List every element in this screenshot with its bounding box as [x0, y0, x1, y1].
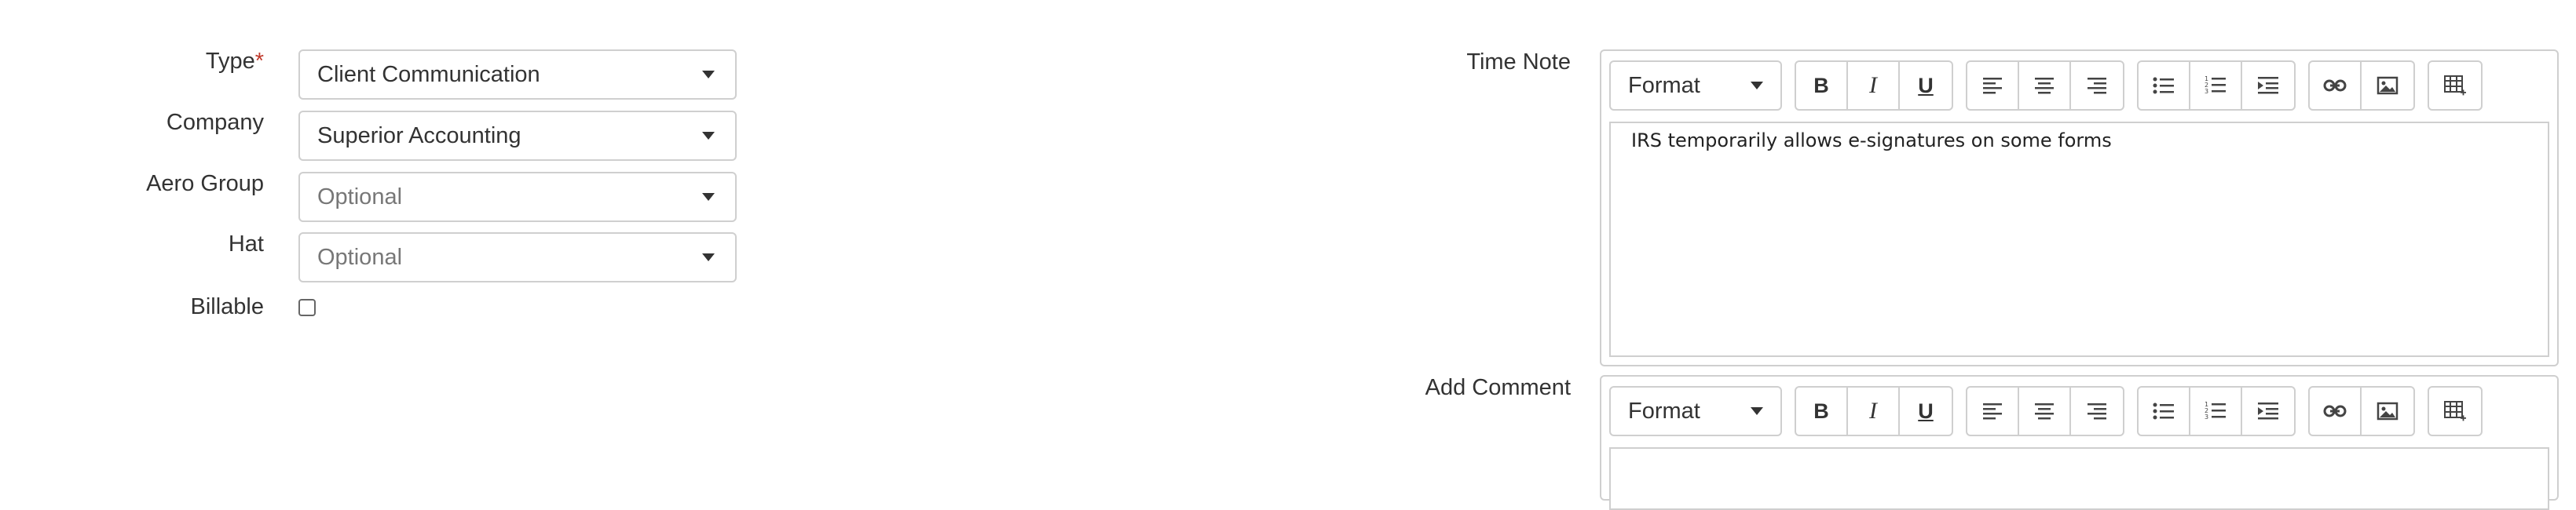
indent-icon — [2258, 77, 2278, 94]
bullet-list-icon — [2153, 403, 2174, 420]
hat-select[interactable]: Optional — [298, 232, 737, 282]
alignment-group — [1966, 386, 2124, 436]
align-center-button[interactable] — [2019, 62, 2071, 109]
indent-icon — [2258, 403, 2278, 420]
format-label: Format — [1628, 72, 1700, 98]
table-group — [2428, 386, 2483, 436]
align-center-button[interactable] — [2019, 388, 2071, 435]
add-comment-editor: Format B I U 123 — [1600, 375, 2559, 510]
table-button[interactable] — [2429, 388, 2481, 435]
alignment-group — [1966, 60, 2124, 111]
company-value: Superior Accounting — [317, 122, 521, 148]
underline-button[interactable]: U — [1900, 62, 1952, 109]
image-button[interactable] — [2362, 62, 2413, 109]
chevron-down-icon — [702, 71, 715, 78]
format-dropdown[interactable]: Format — [1609, 386, 1782, 436]
underline-icon: U — [1918, 73, 1934, 97]
add-comment-label: Add Comment — [1425, 375, 1571, 400]
align-right-icon — [2088, 403, 2106, 420]
chevron-down-icon — [702, 193, 715, 201]
align-left-icon — [1983, 403, 2002, 420]
align-center-icon — [2035, 403, 2054, 420]
format-label: Format — [1628, 398, 1700, 424]
image-icon — [2377, 76, 2399, 95]
time-note-text: IRS temporarily allows e-signatures on s… — [1631, 129, 2112, 151]
table-group — [2428, 60, 2483, 111]
chevron-down-icon — [702, 132, 715, 140]
align-right-icon — [2088, 78, 2106, 94]
table-icon — [2444, 75, 2466, 96]
bullet-list-icon — [2153, 77, 2174, 94]
bold-button[interactable]: B — [1796, 388, 1848, 435]
text-style-group: B I U — [1795, 386, 1953, 436]
time-note-editor: Format B I U 123 IRS temporarily allows … — [1600, 49, 2559, 366]
add-comment-content[interactable] — [1609, 447, 2549, 510]
bold-button[interactable]: B — [1796, 62, 1848, 109]
link-icon — [2323, 405, 2347, 417]
link-button[interactable] — [2310, 62, 2362, 109]
insert-group — [2308, 60, 2415, 111]
list-group: 123 — [2137, 386, 2296, 436]
image-icon — [2377, 402, 2399, 421]
underline-button[interactable]: U — [1900, 388, 1952, 435]
bold-icon: B — [1813, 399, 1829, 423]
aero-group-placeholder: Optional — [317, 184, 403, 209]
bullet-list-button[interactable] — [2139, 62, 2190, 109]
type-label: Type* — [206, 49, 264, 75]
list-group: 123 — [2137, 60, 2296, 111]
company-label: Company — [166, 110, 264, 135]
numbered-list-icon: 123 — [2205, 75, 2226, 95]
insert-group — [2308, 386, 2415, 436]
indent-button[interactable] — [2242, 62, 2294, 109]
add-comment-text — [1611, 449, 2548, 455]
chevron-down-icon — [1751, 407, 1763, 415]
hat-label: Hat — [228, 231, 264, 257]
table-button[interactable] — [2429, 62, 2481, 109]
bullet-list-button[interactable] — [2139, 388, 2190, 435]
billable-checkbox[interactable] — [298, 299, 316, 316]
align-center-icon — [2035, 78, 2054, 94]
time-note-toolbar: Format B I U 123 — [1601, 51, 2557, 114]
type-label-text: Type — [205, 49, 255, 74]
underline-icon: U — [1918, 399, 1934, 423]
numbered-list-icon: 123 — [2205, 401, 2226, 421]
italic-button[interactable]: I — [1848, 62, 1900, 109]
company-select[interactable]: Superior Accounting — [298, 111, 737, 161]
type-select[interactable]: Client Communication — [298, 49, 737, 100]
text-style-group: B I U — [1795, 60, 1953, 111]
align-left-button[interactable] — [1967, 388, 2019, 435]
chevron-down-icon — [1751, 82, 1763, 89]
table-icon — [2444, 401, 2466, 421]
link-button[interactable] — [2310, 388, 2362, 435]
chevron-down-icon — [702, 253, 715, 261]
format-dropdown[interactable]: Format — [1609, 60, 1782, 111]
bold-icon: B — [1813, 73, 1829, 97]
numbered-list-button[interactable]: 123 — [2190, 388, 2242, 435]
svg-text:3: 3 — [2205, 88, 2208, 95]
align-left-icon — [1983, 78, 2002, 94]
indent-button[interactable] — [2242, 388, 2294, 435]
add-comment-toolbar: Format B I U 123 — [1601, 377, 2557, 439]
aero-group-label: Aero Group — [146, 171, 264, 196]
image-button[interactable] — [2362, 388, 2413, 435]
hat-placeholder: Optional — [317, 244, 403, 270]
required-mark: * — [254, 49, 264, 74]
aero-group-select[interactable]: Optional — [298, 172, 737, 222]
align-right-button[interactable] — [2071, 388, 2123, 435]
numbered-list-button[interactable]: 123 — [2190, 62, 2242, 109]
link-icon — [2323, 79, 2347, 92]
time-note-content[interactable]: IRS temporarily allows e-signatures on s… — [1609, 122, 2549, 357]
align-left-button[interactable] — [1967, 62, 2019, 109]
billable-label: Billable — [190, 294, 265, 319]
italic-icon: I — [1869, 398, 1877, 424]
italic-icon: I — [1869, 72, 1877, 98]
align-right-button[interactable] — [2071, 62, 2123, 109]
type-value: Client Communication — [317, 61, 540, 87]
time-note-label: Time Note — [1466, 49, 1571, 75]
svg-text:3: 3 — [2205, 413, 2208, 421]
italic-button[interactable]: I — [1848, 388, 1900, 435]
